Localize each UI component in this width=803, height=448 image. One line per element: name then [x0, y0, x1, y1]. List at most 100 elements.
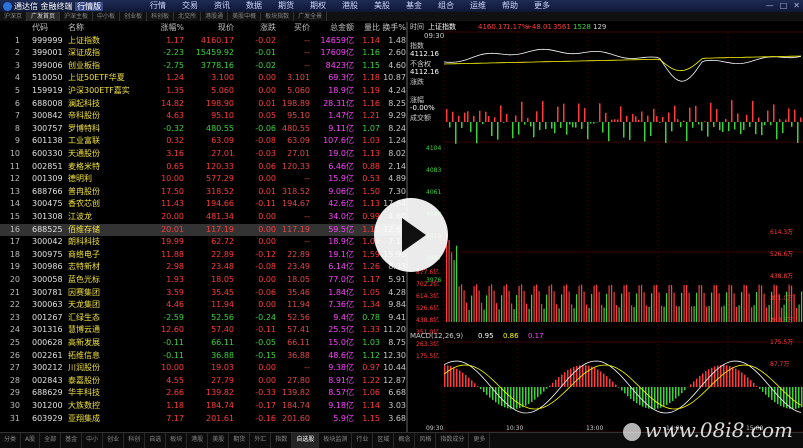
menu-item[interactable]: 交易	[182, 0, 198, 12]
table-row[interactable]: 12001309德明利10.00577.290.00--15.9亿0.534.8…	[0, 173, 406, 186]
table-row[interactable]: 15301308江波龙20.00481.340.00--34.0亿0.994.6…	[0, 211, 406, 224]
bottom-tab-item[interactable]: 板块	[166, 433, 187, 448]
bottom-tab-item[interactable]: 外汇	[250, 433, 271, 448]
menu-item[interactable]: 基金	[406, 0, 422, 12]
tab-item[interactable]: 美股中概	[228, 12, 261, 21]
table-row[interactable]: 25000628高新发展-0.1166.11-0.0566.1115.0亿1.0…	[0, 337, 406, 350]
bottom-tab-item[interactable]: 科创	[124, 433, 145, 448]
tab-item[interactable]: 沪深京	[0, 12, 27, 21]
table-row[interactable]: 29688629华丰科技2.66139.82-0.33139.828.57亿1.…	[0, 387, 406, 400]
video-play-button[interactable]	[374, 198, 448, 272]
table-row[interactable]: 16688525佰维存储20.01117.190.00117.1959.5亿1.…	[0, 224, 406, 237]
menu-item[interactable]: 更多	[534, 0, 550, 12]
table-row[interactable]: 14300475香农芯创11.43194.66-0.11194.6742.6亿1…	[0, 198, 406, 211]
table-row[interactable]: 30301200大族数控1.18184.74-0.17184.749.18亿1.…	[0, 400, 406, 413]
table-row[interactable]: 17300042朗科科技19.9962.720.00--18.9亿1.047.1…	[0, 236, 406, 249]
tab-item[interactable]: 沪深主板	[60, 12, 93, 21]
tab-item[interactable]: 广发全景	[294, 12, 327, 21]
table-row[interactable]: 31603929亚翔集成7.17201.61-0.16201.605.9亿1.1…	[0, 413, 406, 426]
table-row[interactable]: 27300212川润股份10.0019.030.00--9.38亿0.9710.…	[0, 362, 406, 375]
close-button[interactable]: ✕	[793, 1, 800, 10]
col-header-volume-ratio[interactable]: 量比	[356, 22, 380, 35]
bottom-tab-item[interactable]: 全部	[40, 433, 61, 448]
maximize-button[interactable]: □	[780, 1, 788, 10]
col-header-amount[interactable]: 总金额	[312, 22, 354, 35]
col-header-chg[interactable]: 涨跌	[238, 22, 276, 35]
change-pct: 20.01	[140, 224, 184, 237]
menu-item[interactable]: 行情	[150, 0, 166, 12]
table-row[interactable]: 2399001深证成指-2.2315459.92-0.01--17609亿1.1…	[0, 47, 406, 60]
menu-item[interactable]: 港股	[342, 0, 358, 12]
tab-item[interactable]: 北交所	[174, 12, 201, 21]
bottom-tab-item[interactable]: 自选	[145, 433, 166, 448]
tab-item[interactable]: 板块指数	[261, 12, 294, 21]
menu-item[interactable]: 资讯	[214, 0, 230, 12]
table-row[interactable]: 28002843泰嘉股份4.5527.790.0027.808.91亿1.221…	[0, 375, 406, 388]
bottom-tab-item[interactable]: 基金	[61, 433, 82, 448]
table-row[interactable]: 22300063天龙集团4.4611.940.0011.947.36亿1.349…	[0, 299, 406, 312]
bottom-tab-item[interactable]: 分类	[0, 433, 21, 448]
table-row[interactable]: 8300757罗博特科-0.32480.55-0.06480.559.11亿1.…	[0, 123, 406, 136]
bottom-tab-item[interactable]: 指数成分	[436, 433, 469, 448]
col-header-code[interactable]: 代码	[32, 22, 48, 35]
volume-label: 成交额	[410, 113, 431, 122]
table-row[interactable]: 7300842帝科股份4.6395.100.0595.101.47亿1.219.…	[0, 110, 406, 123]
table-row[interactable]: 1999999上证指数1.174160.17-0.02--14659亿1.141…	[0, 35, 406, 48]
table-row[interactable]: 26002261拓维信息-0.1136.88-0.1536.8848.6亿1.1…	[0, 350, 406, 363]
tab-item[interactable]: 科创板	[147, 12, 174, 21]
col-header-pct[interactable]: 涨幅%	[140, 22, 184, 35]
volume-ratio: 1.50	[356, 186, 380, 199]
table-row[interactable]: 9601138工业富联0.3263.09-0.0863.09107.6亿1.03…	[0, 135, 406, 148]
table-row[interactable]: 20300058蓝色光标1.9318.050.0018.0577.0亿1.175…	[0, 274, 406, 287]
bottom-tab-item[interactable]: 风格	[415, 433, 436, 448]
col-header-name[interactable]: 名称	[68, 22, 84, 35]
table-row[interactable]: 13688766普冉股份17.50318.520.01318.529.06亿1.…	[0, 186, 406, 199]
table-row[interactable]: 23001267汇绿生态-2.5952.56-0.2452.569.4亿0.78…	[0, 312, 406, 325]
volume-bar	[519, 286, 520, 322]
bottom-tab-item[interactable]: 板块监测	[319, 433, 352, 448]
tab-item[interactable]: 广发首页	[27, 12, 60, 21]
table-row[interactable]: 10600330天通股份3.1627.01-0.0327.0119.0亿1.13…	[0, 148, 406, 161]
breadth-bar	[575, 122, 577, 128]
menu-item[interactable]: 数据	[246, 0, 262, 12]
bottom-tab-item[interactable]: 创业	[103, 433, 124, 448]
bottom-tab-item[interactable]: 行业	[352, 433, 373, 448]
bottom-tab-item[interactable]: 概念	[394, 433, 415, 448]
table-row[interactable]: 21300781因赛集团3.5935.45-0.0635.461.84亿1.05…	[0, 287, 406, 300]
table-row[interactable]: 11002851麦格米特0.65120.330.06120.336.46亿0.8…	[0, 161, 406, 174]
table-row[interactable]: 19300986志特新材2.9823.48-0.0823.496.14亿1.26…	[0, 261, 406, 274]
breadth-bar	[458, 116, 460, 122]
menu-item[interactable]: 组合	[438, 0, 454, 12]
table-row[interactable]: 6688008澜起科技14.82198.900.01198.8928.31亿1.…	[0, 98, 406, 111]
col-header-turnover[interactable]: 换手%	[382, 22, 406, 35]
menu-item[interactable]: 运维	[470, 0, 486, 12]
table-row[interactable]: 4510050上证50ETF华夏1.243.1000.003.10169.3亿1…	[0, 72, 406, 85]
bottom-tab-item[interactable]: 区域	[373, 433, 394, 448]
bottom-tab-item[interactable]: 中小	[82, 433, 103, 448]
table-row[interactable]: 3399006创业板指-2.753778.16-0.02--8423亿1.154…	[0, 60, 406, 73]
intraday-chart[interactable]: 时间上证指数4160.171.17%+48.013561152812909:30…	[408, 22, 803, 432]
macd-bar	[501, 387, 503, 406]
table-row[interactable]: 18300975商络电子11.8822.89-0.1222.8919.1亿1.5…	[0, 249, 406, 262]
col-header-price[interactable]: 现价	[190, 22, 234, 35]
menu-item[interactable]: 期货	[278, 0, 294, 12]
bottom-tab-item[interactable]: 期货	[229, 433, 250, 448]
bottom-tab-item[interactable]: 美股	[208, 433, 229, 448]
bottom-tab-item[interactable]: 指数	[271, 433, 292, 448]
table-row[interactable]: 24301316慧博云通12.6057.40-0.1157.4125.5亿1.3…	[0, 324, 406, 337]
menu-item[interactable]: 美股	[374, 0, 390, 12]
tab-item[interactable]: 中小板	[93, 12, 120, 21]
tab-item[interactable]: 创业板	[120, 12, 147, 21]
bottom-tab-item[interactable]: 港股	[187, 433, 208, 448]
bottom-tab-item[interactable]: A股	[21, 433, 40, 448]
menu-item[interactable]: 期权	[310, 0, 326, 12]
breadth-bar	[704, 121, 706, 122]
stock-name: 上证50ETF华夏	[68, 72, 125, 85]
bottom-tab-item[interactable]: 自选股	[292, 433, 319, 448]
minimize-button[interactable]: —	[766, 1, 774, 10]
menu-item[interactable]: 帮助	[502, 0, 518, 12]
col-header-bid[interactable]: 买价	[278, 22, 310, 35]
bottom-tab-item[interactable]: 更多	[469, 433, 490, 448]
tab-item[interactable]: 港股通	[201, 12, 228, 21]
table-row[interactable]: 5159919沪深300ETF嘉实1.355.0600.005.06018.9亿…	[0, 85, 406, 98]
